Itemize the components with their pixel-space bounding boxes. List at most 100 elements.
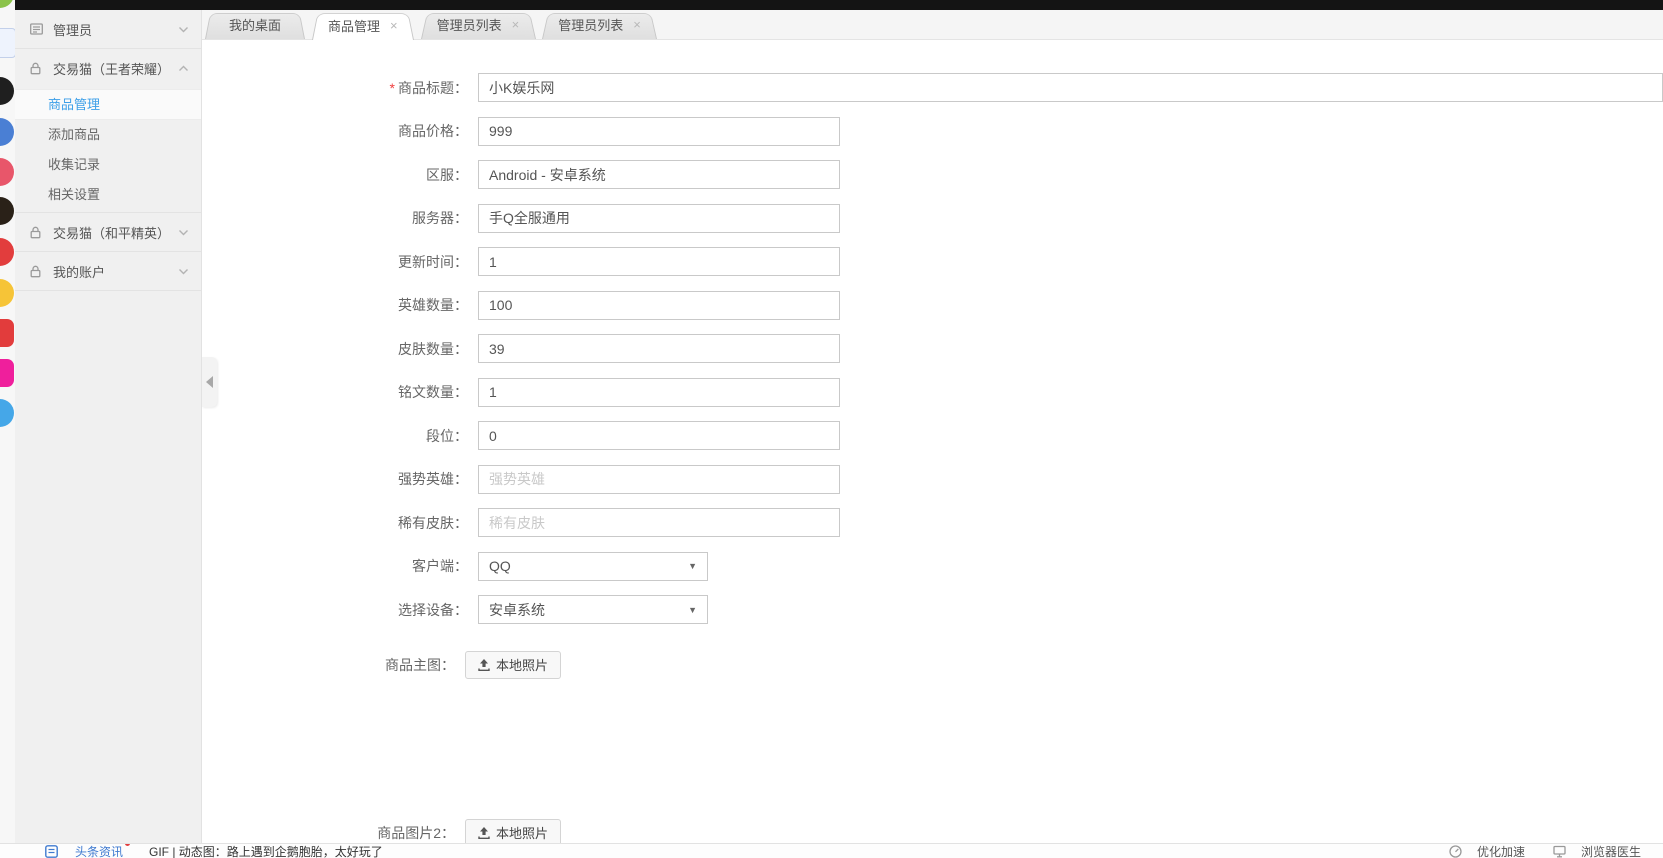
sidebar-subitem-goods-manage[interactable]: 商品管理 [15, 89, 201, 120]
sidebar-item-label: 管理员 [53, 20, 178, 39]
strong-hero-input[interactable] [478, 465, 840, 494]
form-row-price: 商品价格： [202, 117, 1663, 146]
form-row-client: 客户端：QQ▼ [202, 552, 1663, 581]
form-row-strong-hero: 强势英雄： [202, 465, 1663, 494]
device-select[interactable]: 安卓系统▼ [478, 595, 708, 624]
black-app-icon[interactable] [0, 77, 14, 105]
upload-icon [478, 659, 490, 671]
dropdown-arrow-icon: ▼ [688, 561, 697, 571]
news-source-label[interactable]: 头条资讯 [75, 843, 130, 858]
sidebar-item-admin[interactable]: 管理员 [15, 10, 201, 48]
chevron-up-icon [178, 65, 189, 72]
field-label-skin-count: 皮肤数量： [202, 339, 478, 359]
status-bar: 头条资讯 GIF | 动态图：路上遇到企鹅胞胎，太好玩了 优化加速 浏览器医生 [0, 843, 1663, 858]
close-tab-icon[interactable]: × [512, 18, 520, 31]
field-label-server: 服务器： [202, 208, 478, 228]
close-tab-icon[interactable]: × [633, 18, 641, 31]
tab-admin-list-2[interactable]: 管理员列表 × [542, 10, 657, 39]
doctor-icon [1553, 845, 1568, 858]
form-panel: *商品标题：商品价格：区服：服务器：更新时间：英雄数量：皮肤数量：铭文数量：段位… [202, 40, 1663, 843]
sidebar-item-label: 我的账户 [53, 262, 178, 281]
field-label-rune-count: 铭文数量： [202, 382, 478, 402]
server-input[interactable] [478, 204, 840, 233]
collapse-arrow-icon [206, 376, 213, 388]
field-label-main-image: 商品主图： [189, 655, 465, 675]
sidebar-collapse-handle[interactable] [202, 357, 217, 407]
sidebar-subitem-goods-add[interactable]: 添加商品 [15, 120, 201, 150]
notes-app-icon[interactable] [0, 28, 15, 58]
update-time-input[interactable] [478, 247, 840, 276]
tab-label: 商品管理 [328, 16, 380, 35]
tool-label: 优化加速 [1477, 843, 1525, 858]
form-row-update-time: 更新时间： [202, 247, 1663, 276]
form-row-main-image: 商品主图：本地照片 [189, 650, 1663, 679]
form-row-rune-count: 铭文数量： [202, 378, 1663, 407]
field-label-rank: 段位： [202, 426, 478, 446]
main-image-upload-button[interactable]: 本地照片 [465, 651, 561, 679]
tab-desktop[interactable]: 我的桌面 [205, 10, 305, 39]
statusbar-tools: 优化加速 浏览器医生 [1449, 843, 1641, 858]
rune-count-input[interactable] [478, 378, 840, 407]
sidebar-item-my-account[interactable]: 我的账户 [15, 252, 201, 290]
green-app-icon[interactable] [0, 0, 14, 8]
sidebar-item-trade-cat-wzry[interactable]: 交易猫（王者荣耀） [15, 49, 201, 87]
speedup-tool[interactable]: 优化加速 [1449, 843, 1525, 858]
yellow-app-icon[interactable] [0, 279, 14, 307]
field-label-price: 商品价格： [202, 121, 478, 141]
news-headline[interactable]: GIF | 动态图：路上遇到企鹅胞胎，太好玩了 [149, 843, 383, 858]
news-ticker[interactable]: 头条资讯 GIF | 动态图：路上遇到企鹅胞胎，太好玩了 [45, 843, 383, 858]
notification-dot [125, 843, 130, 846]
skin-count-input[interactable] [478, 334, 840, 363]
pink-app-icon[interactable] [0, 158, 14, 186]
sidebar: 管理员交易猫（王者荣耀）商品管理添加商品收集记录相关设置交易猫（和平精英） 我的账… [15, 10, 202, 843]
upload-icon [478, 827, 490, 839]
form-row-device: 选择设备：安卓系统▼ [202, 595, 1663, 624]
speedup-icon [1449, 845, 1464, 858]
tool-label: 浏览器医生 [1581, 843, 1641, 858]
sidebar-group-trade-cat-wzry: 交易猫（王者荣耀）商品管理添加商品收集记录相关设置 [15, 49, 201, 213]
tab-label: 管理员列表 [558, 15, 623, 34]
list-icon [30, 23, 45, 35]
form-row-skin-count: 皮肤数量： [202, 334, 1663, 363]
rare-skin-input[interactable] [478, 508, 840, 537]
news-icon [45, 845, 60, 858]
red-face-app-icon[interactable] [0, 238, 14, 266]
field-label-rare-skin: 稀有皮肤： [202, 513, 478, 533]
blue-app-icon[interactable] [0, 118, 14, 146]
client-select[interactable]: QQ ▼ [478, 552, 708, 581]
close-tab-icon[interactable]: × [390, 19, 398, 32]
lock-icon [30, 265, 45, 278]
zone-input[interactable] [478, 160, 840, 189]
form-row-title: *商品标题： [202, 73, 1663, 102]
goods-edit-form: *商品标题：商品价格：区服：服务器：更新时间：英雄数量：皮肤数量：铭文数量：段位… [202, 40, 1663, 847]
swirl-app-icon[interactable] [0, 197, 14, 225]
sidebar-subitem-collect-log[interactable]: 收集记录 [15, 150, 201, 180]
red-square-app-icon[interactable] [0, 319, 14, 347]
tab-admin-list-1[interactable]: 管理员列表× [421, 10, 536, 39]
lightblue-app-icon[interactable] [0, 399, 14, 427]
field-label-image2: 商品图片2： [189, 823, 465, 843]
chevron-down-icon [178, 229, 189, 236]
hero-count-input[interactable] [478, 291, 840, 320]
selected-value: QQ [489, 558, 511, 574]
rank-input[interactable] [478, 421, 840, 450]
sidebar-subitem-settings[interactable]: 相关设置 [15, 180, 201, 210]
sidebar-group-trade-cat-hpjy: 交易猫（和平精英） [15, 213, 201, 252]
lock-icon [30, 226, 45, 239]
field-label-update-time: 更新时间： [202, 252, 478, 272]
doctor-tool[interactable]: 浏览器医生 [1553, 843, 1641, 858]
magenta-app-icon[interactable] [0, 359, 14, 387]
sidebar-item-trade-cat-hpjy[interactable]: 交易猫（和平精英） [15, 213, 201, 251]
sidebar-group-admin: 管理员 [15, 10, 201, 49]
sidebar-item-label: 交易猫（和平精英） [53, 223, 178, 242]
tab-goods-manage[interactable]: 商品管理 × [312, 10, 414, 40]
form-row-hero-count: 英雄数量： [202, 291, 1663, 320]
price-input[interactable] [478, 117, 840, 146]
form-row-rare-skin: 稀有皮肤： [202, 508, 1663, 537]
dropdown-arrow-icon: ▼ [688, 605, 697, 615]
chevron-down-icon [178, 268, 189, 275]
lock-icon [30, 62, 45, 75]
sidebar-group-my-account: 我的账户 [15, 252, 201, 291]
title-input[interactable] [478, 73, 1663, 102]
field-label-title: *商品标题： [202, 78, 478, 98]
